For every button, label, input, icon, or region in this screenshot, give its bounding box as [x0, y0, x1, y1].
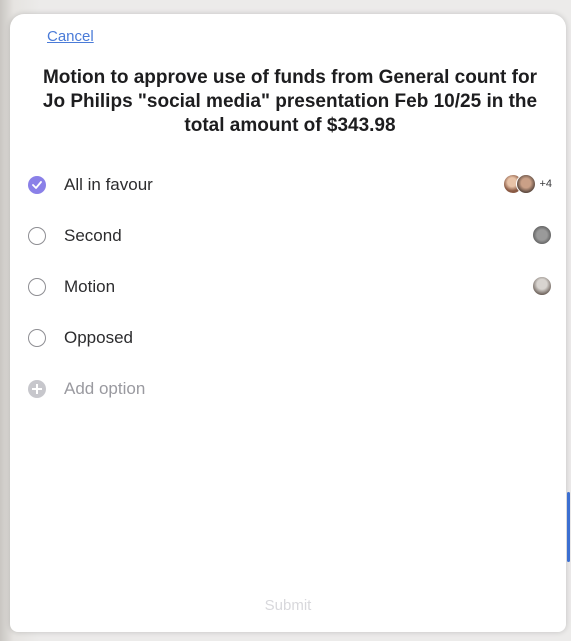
poll-sheet: Cancel Motion to approve use of funds fr… — [10, 14, 570, 632]
radio-icon[interactable] — [28, 227, 46, 245]
radio-icon[interactable] — [28, 278, 46, 296]
more-voters-count: +4 — [539, 178, 552, 190]
checkmark-icon[interactable] — [28, 176, 46, 194]
voter-avatars[interactable]: +4 — [503, 172, 552, 196]
voter-avatars[interactable] — [532, 223, 552, 247]
submit-button[interactable]: Submit — [10, 597, 566, 614]
option-label: All in favour — [64, 175, 153, 194]
scrollbar[interactable] — [567, 492, 570, 562]
poll-option-all-in-favour[interactable]: All in favour +4 — [10, 172, 566, 223]
add-option-label[interactable]: Add option — [64, 379, 145, 399]
option-label: Opposed — [64, 328, 133, 347]
option-label: Motion — [64, 277, 116, 296]
avatar — [532, 276, 552, 296]
avatar — [516, 174, 537, 194]
poll-option-opposed[interactable]: Opposed — [10, 325, 566, 376]
cancel-button[interactable]: Cancel — [47, 28, 94, 45]
poll-question: Motion to approve use of funds from Gene… — [42, 67, 538, 136]
option-label: Second — [64, 226, 122, 245]
avatar — [532, 225, 552, 245]
add-option-row[interactable]: Add option — [10, 376, 566, 427]
poll-options-list: All in favour +4 Second Motion Opposed A… — [10, 172, 566, 427]
plus-icon[interactable] — [28, 380, 46, 398]
radio-icon[interactable] — [28, 329, 46, 347]
poll-option-motion[interactable]: Motion — [10, 274, 566, 325]
poll-option-second[interactable]: Second — [10, 223, 566, 274]
voter-avatars[interactable] — [532, 274, 552, 298]
